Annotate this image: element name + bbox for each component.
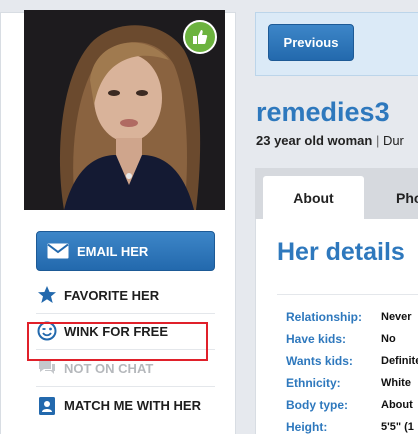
tab-photos[interactable]: Pho [394, 176, 418, 220]
not-on-chat-button: NOT ON CHAT [36, 350, 215, 387]
detail-label: Ethnicity: [286, 376, 341, 390]
profile-photo[interactable] [24, 10, 225, 210]
match-me-with-her-label: MATCH ME WITH HER [64, 398, 201, 413]
detail-value: 5'5" (1 [381, 421, 414, 433]
detail-label: Wants kids: [286, 354, 353, 368]
detail-label: Height: [286, 420, 328, 434]
divider [277, 294, 418, 295]
previous-button[interactable]: Previous [268, 24, 354, 61]
chat-bubble-icon [36, 359, 58, 377]
details-title: Her details [277, 238, 405, 266]
wink-for-free-label: WINK FOR FREE [64, 323, 168, 339]
detail-row: Wants kids: Definite [286, 350, 418, 372]
subtitle-separator: | [372, 133, 383, 148]
detail-value: No [381, 333, 396, 345]
detail-value: White [381, 377, 411, 389]
detail-row: Have kids: No [286, 328, 418, 350]
detail-row: Relationship: Never [286, 306, 418, 328]
not-on-chat-label: NOT ON CHAT [64, 360, 154, 376]
star-icon [36, 285, 58, 305]
detail-value: Definite [381, 355, 418, 367]
detail-row: Ethnicity: White [286, 372, 418, 394]
detail-label: Have kids: [286, 332, 347, 346]
profile-subtitle: 23 year old woman | Dur [256, 133, 404, 148]
thumbs-up-badge [183, 20, 217, 54]
age-gender-text: 23 year old woman [256, 133, 373, 148]
detail-label: Relationship: [286, 310, 363, 324]
detail-row: Body type: About [286, 394, 418, 416]
detail-row: Height: 5'5" (1 [286, 416, 418, 434]
email-her-button[interactable]: EMAIL HER [36, 231, 215, 271]
envelope-icon [47, 243, 69, 259]
email-her-label: EMAIL HER [77, 243, 149, 259]
location-text: Dur [382, 133, 404, 148]
favorite-her-button[interactable]: FAVORITE HER [36, 277, 215, 314]
detail-label: Body type: [286, 398, 349, 412]
wink-face-icon [36, 321, 58, 341]
match-me-with-her-button[interactable]: MATCH ME WITH HER [36, 387, 215, 424]
thumbs-up-icon [191, 28, 209, 46]
wink-for-free-button[interactable]: WINK FOR FREE [36, 313, 215, 350]
match-profile-icon [36, 396, 58, 416]
tab-about[interactable]: About [263, 176, 364, 220]
detail-value: Never [381, 311, 412, 323]
profile-username: remedies3 [256, 97, 390, 127]
favorite-her-label: FAVORITE HER [64, 287, 160, 303]
detail-value: About [381, 399, 413, 411]
